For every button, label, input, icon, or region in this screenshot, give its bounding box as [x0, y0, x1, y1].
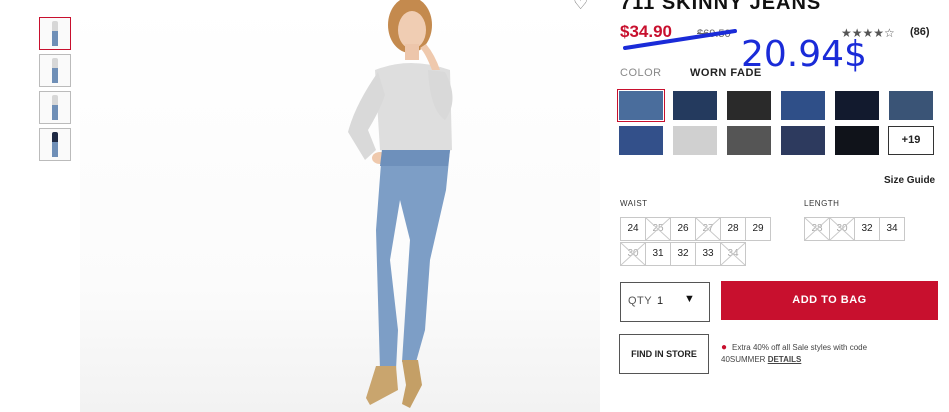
unavailable-cross-icon: [830, 218, 854, 240]
swatch[interactable]: [835, 91, 879, 120]
swatch[interactable]: [617, 89, 665, 122]
color-label: COLOR: [620, 67, 662, 79]
unavailable-cross-icon: [721, 243, 745, 265]
waist-size-34[interactable]: 34: [720, 242, 746, 266]
length-size-32[interactable]: 32: [854, 217, 880, 241]
color-value: WORN FADE: [690, 67, 762, 79]
swatch[interactable]: [619, 126, 663, 155]
thumbnail-side[interactable]: [39, 54, 71, 87]
product-title: 711 SKINNY JEANS: [620, 0, 822, 14]
length-size-34[interactable]: 34: [879, 217, 905, 241]
waist-size-27[interactable]: 27: [695, 217, 721, 241]
promo-details-link[interactable]: DETAILS: [768, 355, 802, 364]
price-strike-annotation: [623, 29, 737, 50]
quantity-select[interactable]: QTY 1 ▼: [620, 282, 710, 322]
waist-size-31[interactable]: 31: [645, 242, 671, 266]
size-label: 31: [652, 248, 664, 259]
waist-size-29[interactable]: 29: [745, 217, 771, 241]
swatch[interactable]: [781, 91, 825, 120]
size-label: 32: [861, 223, 873, 234]
product-photo: [80, 0, 600, 412]
size-label: 33: [702, 248, 714, 259]
thumbnail-list: [39, 17, 71, 165]
waist-size-26[interactable]: 26: [670, 217, 696, 241]
unavailable-cross-icon: [805, 218, 829, 240]
size-label: 26: [677, 223, 689, 234]
length-label: LENGTH: [804, 199, 840, 208]
size-label: 34: [886, 223, 898, 234]
heart-icon[interactable]: ♡: [573, 0, 588, 14]
rating-stars[interactable]: ★★★★☆: [841, 26, 895, 40]
chevron-down-icon: ▼: [684, 293, 695, 305]
swatch[interactable]: [727, 91, 771, 120]
swatch[interactable]: [835, 126, 879, 155]
promo-message: ● Extra 40% off all Sale styles with code…: [721, 342, 931, 366]
swatch[interactable]: [781, 126, 825, 155]
promo-code: 40SUMMER: [721, 355, 766, 364]
thumbnail-styled[interactable]: [39, 128, 71, 161]
waist-size-28[interactable]: 28: [720, 217, 746, 241]
size-label: 28: [727, 223, 739, 234]
unavailable-cross-icon: [621, 243, 645, 265]
size-label: 32: [677, 248, 689, 259]
length-size-28[interactable]: 28: [804, 217, 830, 241]
model-illustration: [348, 0, 453, 408]
waist-label: WAIST: [620, 199, 648, 208]
size-label: 24: [627, 223, 639, 234]
waist-size-33[interactable]: 33: [695, 242, 721, 266]
waist-size-30[interactable]: 30: [620, 242, 646, 266]
swatch[interactable]: [889, 91, 933, 120]
swatch[interactable]: [673, 126, 717, 155]
add-to-bag-button[interactable]: ADD TO BAG: [721, 281, 938, 320]
more-colors-button[interactable]: +19: [888, 126, 934, 155]
waist-size-25[interactable]: 25: [645, 217, 671, 241]
size-label: 29: [752, 223, 764, 234]
unavailable-cross-icon: [646, 218, 670, 240]
waist-size-32[interactable]: 32: [670, 242, 696, 266]
find-in-store-button[interactable]: FIND IN STORE: [619, 334, 709, 374]
swatch[interactable]: [727, 126, 771, 155]
qty-label: QTY: [628, 295, 653, 307]
length-size-30[interactable]: 30: [829, 217, 855, 241]
thumbnail-back[interactable]: [39, 91, 71, 124]
promo-text: Extra 40% off all Sale styles with code: [732, 343, 868, 352]
qty-value: 1: [657, 295, 664, 307]
dot-icon: ●: [721, 342, 728, 353]
thumbnail-front[interactable]: [39, 17, 71, 50]
swatch[interactable]: [673, 91, 717, 120]
waist-size-24[interactable]: 24: [620, 217, 646, 241]
unavailable-cross-icon: [696, 218, 720, 240]
size-guide-link[interactable]: Size Guide: [884, 175, 935, 186]
review-count[interactable]: (86): [910, 26, 930, 38]
